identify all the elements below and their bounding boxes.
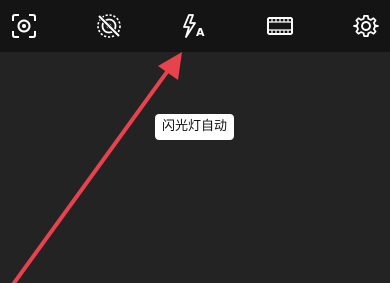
camera-top-toolbar: A (0, 0, 390, 52)
flash-auto-icon: A (183, 14, 205, 39)
flash-auto-button[interactable]: A (180, 12, 208, 40)
flash-mode-tooltip: 闪光灯自动 (155, 114, 235, 140)
portrait-focus-button[interactable] (10, 12, 38, 40)
camera-screen: A 闪光灯自动 (0, 0, 390, 283)
film-frame-icon (267, 17, 293, 35)
flash-auto-label: A (196, 26, 205, 39)
gear-icon (353, 14, 379, 37)
settings-button[interactable] (352, 12, 380, 40)
live-photo-off-icon (97, 14, 121, 38)
portrait-focus-icon (12, 14, 36, 38)
live-photo-toggle-button[interactable] (95, 12, 123, 40)
video-format-button[interactable] (266, 12, 294, 40)
